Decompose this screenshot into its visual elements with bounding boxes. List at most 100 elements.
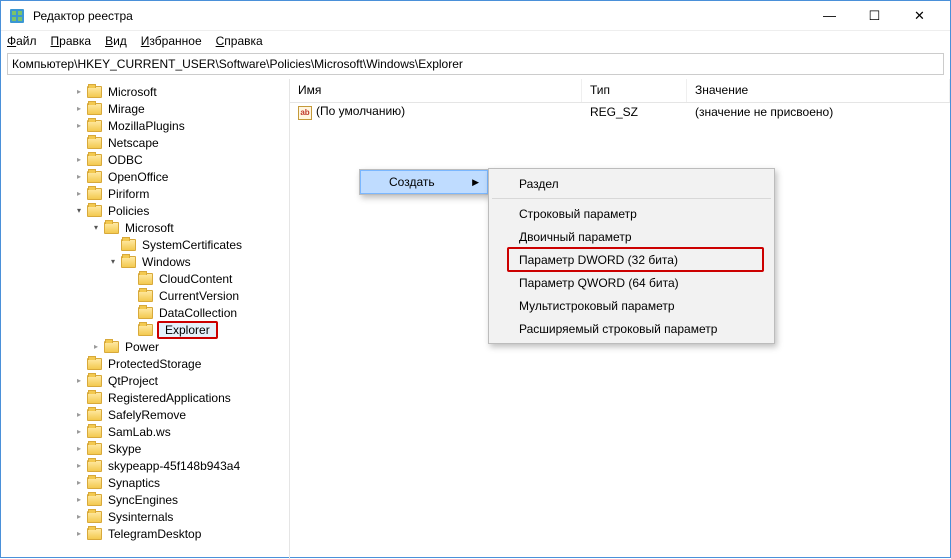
column-value[interactable]: Значение: [687, 79, 950, 102]
tree-expander[interactable]: [73, 409, 85, 421]
context-item[interactable]: Мультистроковый параметр: [489, 294, 774, 317]
folder-icon: [87, 460, 102, 472]
tree-item[interactable]: MozillaPlugins: [5, 117, 289, 134]
folder-icon: [87, 86, 102, 98]
context-item[interactable]: Строковый параметр: [489, 202, 774, 225]
tree-item[interactable]: OpenOffice: [5, 168, 289, 185]
column-type[interactable]: Тип: [582, 79, 687, 102]
folder-icon: [87, 392, 102, 404]
tree-item-label: SyncEngines: [106, 493, 180, 507]
close-button[interactable]: ✕: [897, 1, 942, 30]
tree-expander[interactable]: [73, 511, 85, 523]
tree-item[interactable]: SyncEngines: [5, 491, 289, 508]
list-row[interactable]: ab(По умолчанию)REG_SZ(значение не присв…: [290, 103, 950, 121]
tree-item[interactable]: Microsoft: [5, 219, 289, 236]
tree-expander[interactable]: [73, 86, 85, 98]
context-item-create[interactable]: Создать ▶: [360, 170, 488, 194]
menu-help[interactable]: Справка: [216, 34, 263, 48]
tree-expander[interactable]: [90, 222, 102, 234]
folder-icon: [87, 188, 102, 200]
tree-item[interactable]: CurrentVersion: [5, 287, 289, 304]
context-item[interactable]: Параметр DWORD (32 бита): [489, 248, 774, 271]
tree-expander[interactable]: [90, 341, 102, 353]
context-item[interactable]: Расширяемый строковый параметр: [489, 317, 774, 340]
tree-item[interactable]: RegisteredApplications: [5, 389, 289, 406]
folder-icon: [87, 120, 102, 132]
tree-item-label: Skype: [106, 442, 143, 456]
tree-item-label: Synaptics: [106, 476, 162, 490]
menu-favorites[interactable]: Избранное: [141, 34, 202, 48]
tree-expander-none: [73, 358, 85, 370]
list-header: Имя Тип Значение: [290, 79, 950, 103]
tree-item[interactable]: SafelyRemove: [5, 406, 289, 423]
tree-item-label: Power: [123, 340, 161, 354]
tree-item-label: DataCollection: [157, 306, 239, 320]
tree-expander[interactable]: [73, 494, 85, 506]
tree-expander[interactable]: [73, 171, 85, 183]
tree-item[interactable]: Netscape: [5, 134, 289, 151]
tree-item[interactable]: ODBC: [5, 151, 289, 168]
context-item[interactable]: Раздел: [489, 172, 774, 195]
address-text: Компьютер\HKEY_CURRENT_USER\Software\Pol…: [12, 57, 463, 71]
folder-icon: [87, 528, 102, 540]
tree-expander[interactable]: [73, 188, 85, 200]
value-data: (значение не присвоено): [687, 105, 950, 119]
context-item-label: Строковый параметр: [519, 207, 637, 221]
folder-icon: [87, 443, 102, 455]
tree-expander-none: [124, 290, 136, 302]
tree-expander[interactable]: [73, 375, 85, 387]
tree-expander[interactable]: [73, 443, 85, 455]
tree-item[interactable]: Synaptics: [5, 474, 289, 491]
tree-item[interactable]: skypeapp-45f148b943a4: [5, 457, 289, 474]
tree-expander-none: [73, 392, 85, 404]
tree-panel: MicrosoftMirageMozillaPluginsNetscapeODB…: [1, 79, 290, 559]
tree-item[interactable]: CloudContent: [5, 270, 289, 287]
menu-file[interactable]: Файл: [7, 34, 37, 48]
tree-item[interactable]: Power: [5, 338, 289, 355]
tree-item[interactable]: Piriform: [5, 185, 289, 202]
tree-item[interactable]: Microsoft: [5, 83, 289, 100]
context-submenu-new: Раздел Строковый параметр Двоичный парамет…: [488, 168, 775, 344]
tree-expander[interactable]: [73, 154, 85, 166]
folder-icon: [138, 290, 153, 302]
tree-expander[interactable]: [73, 103, 85, 115]
folder-icon: [87, 137, 102, 149]
tree-expander[interactable]: [73, 205, 85, 217]
folder-icon: [87, 171, 102, 183]
tree-expander[interactable]: [73, 426, 85, 438]
menu-view[interactable]: Вид: [105, 34, 127, 48]
context-menu-new: Создать ▶: [359, 169, 489, 195]
tree-item[interactable]: DataCollection: [5, 304, 289, 321]
tree-item[interactable]: Policies: [5, 202, 289, 219]
folder-icon: [87, 375, 102, 387]
tree-item[interactable]: Sysinternals: [5, 508, 289, 525]
tree-item-label: Explorer: [157, 321, 218, 339]
tree-expander[interactable]: [107, 256, 119, 268]
maximize-button[interactable]: ☐: [852, 1, 897, 30]
tree-item-label: QtProject: [106, 374, 160, 388]
tree-item[interactable]: ProtectedStorage: [5, 355, 289, 372]
folder-icon: [87, 103, 102, 115]
tree-item[interactable]: SamLab.ws: [5, 423, 289, 440]
context-item[interactable]: Двоичный параметр: [489, 225, 774, 248]
address-bar[interactable]: Компьютер\HKEY_CURRENT_USER\Software\Pol…: [7, 53, 944, 75]
tree-expander-none: [124, 307, 136, 319]
context-item[interactable]: Параметр QWORD (64 бита): [489, 271, 774, 294]
tree-item[interactable]: SystemCertificates: [5, 236, 289, 253]
tree-item[interactable]: Explorer: [5, 321, 289, 338]
tree-item[interactable]: Windows: [5, 253, 289, 270]
app-icon: [9, 8, 25, 24]
tree-item[interactable]: Skype: [5, 440, 289, 457]
tree-expander[interactable]: [73, 460, 85, 472]
tree-item[interactable]: QtProject: [5, 372, 289, 389]
tree-item-label: TelegramDesktop: [106, 527, 203, 541]
tree-item-label: SystemCertificates: [140, 238, 244, 252]
tree-expander[interactable]: [73, 528, 85, 540]
minimize-button[interactable]: —: [807, 1, 852, 30]
tree-expander[interactable]: [73, 477, 85, 489]
tree-expander[interactable]: [73, 120, 85, 132]
tree-item[interactable]: TelegramDesktop: [5, 525, 289, 542]
column-name[interactable]: Имя: [290, 79, 582, 102]
menu-edit[interactable]: Правка: [51, 34, 92, 48]
tree-item[interactable]: Mirage: [5, 100, 289, 117]
